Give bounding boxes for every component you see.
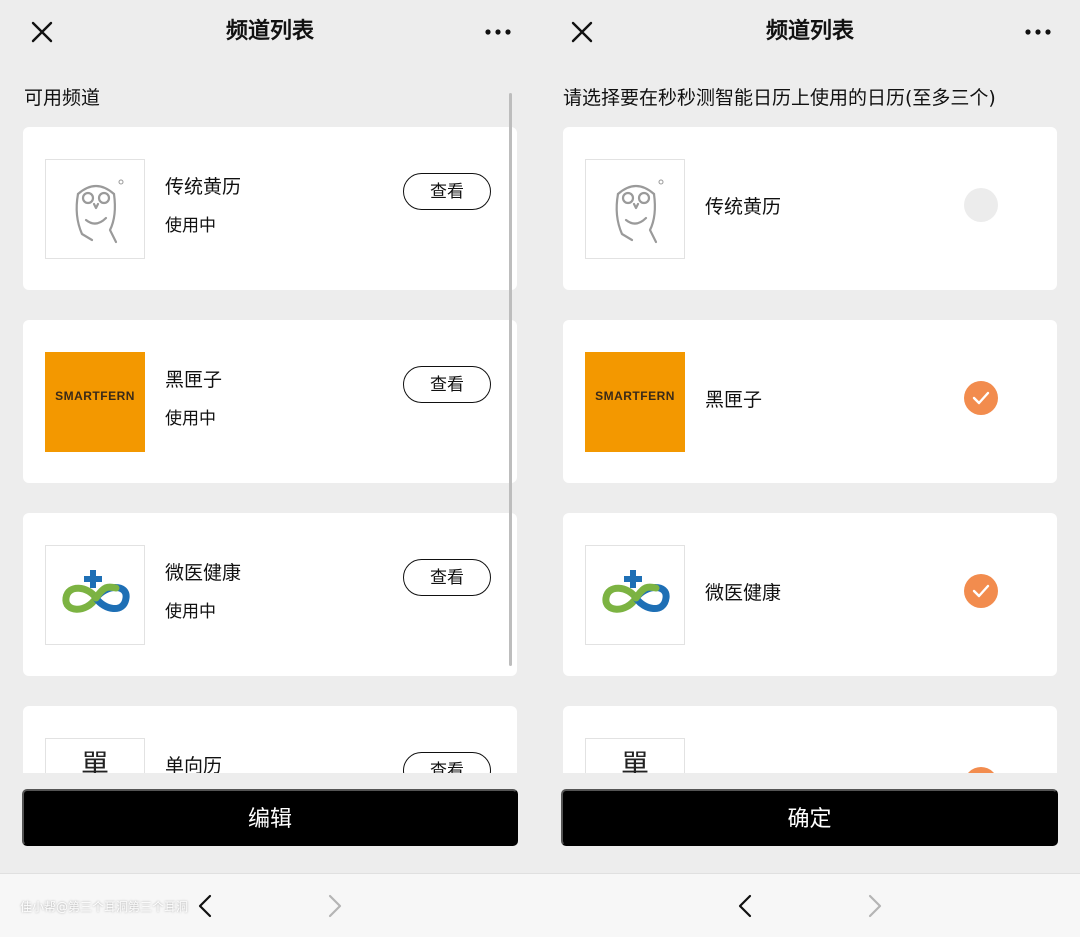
view-button[interactable]: 查看 — [403, 173, 491, 210]
channel-status: 使用中 — [165, 216, 216, 236]
view-button[interactable]: 查看 — [403, 366, 491, 403]
channel-list-left: 频道列表 可用频道 传统黄历 使用中 查看 SMARTFERN 黑匣子 使用中 … — [0, 0, 540, 773]
section-label: 可用频道 — [24, 87, 101, 109]
view-button[interactable]: 查看 — [403, 559, 491, 596]
nav-bar-right: 频道列表 — [540, 0, 1080, 64]
scrollbar[interactable] — [509, 93, 512, 666]
more-options-icon[interactable] — [484, 20, 512, 44]
page-title: 频道列表 — [765, 19, 854, 44]
channel-name: 微医健康 — [165, 562, 242, 584]
forward-arrow-icon[interactable] — [320, 892, 348, 920]
view-button[interactable]: 查看 — [403, 752, 491, 773]
smartfern-logo: SMARTFERN — [585, 352, 685, 452]
channel-name: 单向历 — [165, 755, 223, 773]
channel-list-right: 频道列表 请选择要在秒秒测智能日历上使用的日历(至多三个) 传统黄历 SMART… — [540, 0, 1080, 773]
channel-name: 微医健康 — [705, 582, 782, 604]
channel-status: 使用中 — [165, 602, 216, 622]
weiyi-infinity-cross-icon — [585, 545, 685, 645]
checkmark-icon[interactable] — [964, 574, 998, 608]
channel-status: 使用中 — [165, 409, 216, 429]
page-title: 频道列表 — [225, 19, 314, 44]
channel-name: 黑匣子 — [705, 389, 763, 411]
channel-list-panel-left: 频道列表 可用频道 传统黄历 使用中 查看 SMARTFERN 黑匣子 使用中 … — [0, 0, 540, 873]
channel-select-card[interactable]: 單 — [563, 706, 1057, 773]
channel-select-card[interactable]: 传统黄历 — [563, 127, 1057, 290]
forward-arrow-icon[interactable] — [860, 892, 888, 920]
channel-name: 传统黄历 — [165, 176, 242, 198]
dan-character-logo: 單 — [585, 738, 685, 773]
checkmark-icon[interactable] — [964, 767, 998, 773]
nav-bar-left: 频道列表 — [0, 0, 540, 64]
channel-card[interactable]: 传统黄历 使用中 查看 — [23, 127, 517, 290]
owl-icon — [45, 159, 145, 259]
smartfern-logo: SMARTFERN — [45, 352, 145, 452]
channel-list-panel-right: 频道列表 请选择要在秒秒测智能日历上使用的日历(至多三个) 传统黄历 SMART… — [540, 0, 1080, 873]
channel-name: 黑匣子 — [165, 369, 223, 391]
channel-card[interactable]: SMARTFERN 黑匣子 使用中 查看 — [23, 320, 517, 483]
section-label: 请选择要在秒秒测智能日历上使用的日历(至多三个) — [563, 87, 996, 109]
weiyi-infinity-cross-icon — [45, 545, 145, 645]
channel-card[interactable]: 微医健康 使用中 查看 — [23, 513, 517, 676]
dan-character-text: 單 — [80, 748, 109, 773]
edit-button[interactable]: 编辑 — [22, 789, 518, 846]
owl-icon — [585, 159, 685, 259]
checkmark-icon[interactable] — [964, 381, 998, 415]
confirm-button[interactable]: 确定 — [561, 789, 1058, 846]
channel-name: 传统黄历 — [705, 196, 782, 218]
channel-select-card[interactable]: SMARTFERN 黑匣子 — [563, 320, 1057, 483]
watermark: 佳小帮@第三个耳洞第三个耳洞 — [20, 900, 189, 914]
dan-character-logo: 單 — [45, 738, 145, 773]
smartfern-logo-text: SMARTFERN — [595, 389, 675, 403]
channel-card[interactable]: 單 单向历 查看 — [23, 706, 517, 773]
channel-select-card[interactable]: 微医健康 — [563, 513, 1057, 676]
back-arrow-icon[interactable] — [192, 892, 220, 920]
unselected-radio[interactable] — [964, 188, 998, 222]
dan-character-text: 單 — [620, 748, 649, 773]
more-options-icon[interactable] — [1024, 20, 1052, 44]
browser-bottom-bar: 佳小帮@第三个耳洞第三个耳洞 — [0, 873, 1080, 937]
smartfern-logo-text: SMARTFERN — [55, 389, 135, 403]
back-arrow-icon[interactable] — [732, 892, 760, 920]
